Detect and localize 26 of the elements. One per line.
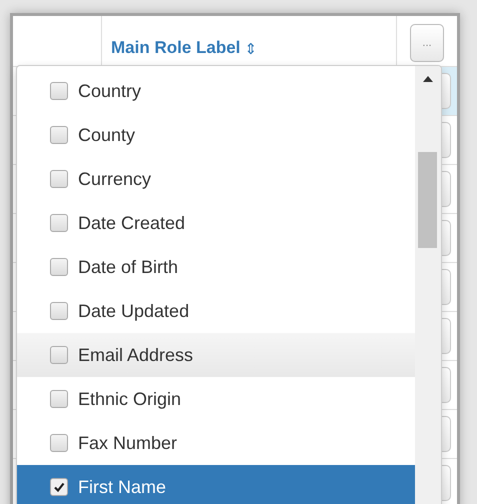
menu-item[interactable]: Fax Number — [17, 421, 415, 465]
menu-item[interactable]: County — [17, 113, 415, 157]
scrollbar-thumb[interactable] — [418, 152, 437, 248]
checkbox[interactable] — [50, 126, 68, 144]
column-header[interactable]: Main Role Label — [111, 38, 240, 58]
menu-item[interactable]: Date of Birth — [17, 245, 415, 289]
menu-item[interactable]: Date Created — [17, 201, 415, 245]
check-icon — [53, 481, 65, 493]
menu-item[interactable]: First Name — [17, 465, 415, 504]
checkbox[interactable] — [50, 434, 68, 452]
scroll-up-icon[interactable] — [423, 76, 433, 82]
checkbox[interactable] — [50, 170, 68, 188]
checkbox[interactable] — [50, 258, 68, 276]
checkbox[interactable] — [50, 214, 68, 232]
checkbox[interactable] — [50, 82, 68, 100]
checkbox[interactable] — [50, 390, 68, 408]
checkbox[interactable] — [50, 302, 68, 320]
menu-item[interactable]: Currency — [17, 157, 415, 201]
menu-item[interactable]: Email Address — [17, 333, 415, 377]
checkbox[interactable] — [50, 346, 68, 364]
scrollbar[interactable] — [415, 66, 441, 504]
menu-item[interactable]: Country — [17, 69, 415, 113]
sort-icon[interactable]: ⇕ — [244, 40, 258, 58]
menu-item[interactable]: Ethnic Origin — [17, 377, 415, 421]
menu-item[interactable]: Date Updated — [17, 289, 415, 333]
checkbox[interactable] — [50, 478, 68, 496]
